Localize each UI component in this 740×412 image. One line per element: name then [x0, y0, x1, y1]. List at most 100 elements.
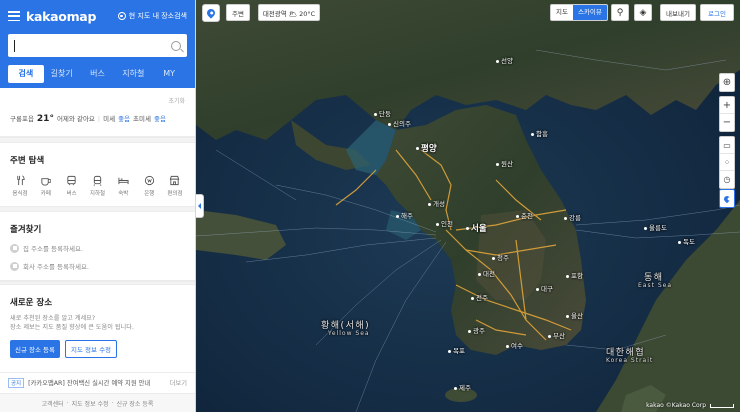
- bus-icon: [67, 175, 76, 186]
- nearby-hotel[interactable]: 숙박: [113, 175, 133, 197]
- nearby-cafe[interactable]: 카페: [36, 175, 56, 197]
- pin-toggle-button[interactable]: ⚲: [611, 4, 629, 21]
- ruler-icon[interactable]: ▭: [720, 137, 734, 154]
- my-location-pin-button[interactable]: [202, 4, 220, 22]
- weather-summary: 구룡포읍 21° 어제와 같아요 | 미세 좋음 초미세 좋음: [10, 114, 166, 124]
- tab-my[interactable]: MY: [151, 65, 187, 83]
- area-icon[interactable]: ⁘: [720, 154, 734, 171]
- place-gangneung[interactable]: 강릉: [564, 212, 581, 222]
- place-mokpo[interactable]: 목포: [448, 345, 465, 355]
- sidebar-header: kakaomap 현 지도 내 장소검색 검색 길찾기 버스 지하철 MY: [0, 0, 195, 88]
- app: kakaomap 현 지도 내 장소검색 검색 길찾기 버스 지하철 MY 초기…: [0, 0, 740, 412]
- tab-bus[interactable]: 버스: [80, 65, 116, 83]
- map-attribution: kakao ©Kakao Corp: [646, 402, 706, 409]
- menu-icon[interactable]: [8, 11, 20, 21]
- main-tabs: 검색 길찾기 버스 지하철 MY: [8, 63, 187, 85]
- place-daejeon[interactable]: 대전: [478, 268, 495, 278]
- current-location-control: [719, 189, 735, 208]
- place-yeosu[interactable]: 여수: [506, 340, 523, 350]
- footer-link-edit[interactable]: 지도 정보 수정: [72, 399, 109, 408]
- area-search-label: 현 지도 내 장소검색: [128, 12, 187, 20]
- place-ulleung[interactable]: 울릉도: [644, 222, 667, 232]
- compass-icon[interactable]: ⊕: [720, 74, 734, 91]
- ultra-dust-value: 좋음: [154, 115, 166, 123]
- search-icon[interactable]: [171, 40, 181, 51]
- nearby-subway[interactable]: 지하철: [87, 175, 107, 197]
- fine-dust-value: 좋음: [118, 115, 131, 123]
- briefcase-icon: [10, 261, 19, 271]
- sidebar: kakaomap 현 지도 내 장소검색 검색 길찾기 버스 지하철 MY 초기…: [0, 0, 196, 412]
- nearby-bank[interactable]: 은행: [139, 175, 159, 197]
- app-logo[interactable]: kakaomap: [26, 9, 96, 24]
- place-yellow-sea-en: Yellow Sea: [328, 330, 370, 337]
- layers-button[interactable]: ◈: [634, 4, 652, 21]
- notice-tag: 공지: [8, 377, 25, 388]
- zoom-out-button[interactable]: −: [720, 114, 734, 131]
- place-shenyang[interactable]: 선양: [496, 55, 513, 65]
- notice-more-link[interactable]: 더보기: [170, 378, 187, 387]
- place-ulsan[interactable]: 울산: [566, 310, 583, 320]
- place-dandong[interactable]: 단둥: [374, 108, 391, 118]
- place-gwangju[interactable]: 광주: [468, 325, 485, 335]
- search-input[interactable]: [19, 34, 171, 57]
- place-cheongju[interactable]: 청주: [492, 252, 509, 262]
- map-view[interactable]: 평양 서울 인천 강릉 울릉도 독도 선양 단둥 신의주 원산 함흥 개성 해주…: [196, 0, 740, 412]
- ultra-dust-label: 초미세: [133, 115, 151, 123]
- map-type-toggle: 지도 스카이뷰: [550, 4, 608, 21]
- nearby-food[interactable]: 음식점: [10, 175, 30, 197]
- edit-map-button[interactable]: 지도 정보 수정: [65, 340, 118, 358]
- place-kaesong[interactable]: 개성: [428, 198, 445, 208]
- place-pyongyang[interactable]: 평양: [416, 142, 437, 154]
- cafe-icon: [41, 178, 52, 186]
- subway-icon: [93, 175, 102, 186]
- place-dokdo[interactable]: 독도: [678, 236, 695, 246]
- weather-location: 구룡포읍: [10, 115, 34, 123]
- map-type-map[interactable]: 지도: [551, 5, 573, 20]
- tab-subway[interactable]: 지하철: [115, 65, 151, 83]
- place-seoul[interactable]: 서울: [466, 222, 487, 234]
- zoom-in-button[interactable]: +: [720, 97, 734, 114]
- search-box: [8, 34, 187, 57]
- place-pohang[interactable]: 포항: [566, 270, 583, 280]
- login-button[interactable]: 로그인: [700, 4, 734, 21]
- weather-temp: 21°: [36, 114, 54, 124]
- map-type-skyview[interactable]: 스카이뷰: [572, 5, 607, 20]
- favorite-home[interactable]: 집 주소를 등록하세요.: [10, 243, 185, 253]
- notice-text[interactable]: [카카오맵AR] 잔여백신 실시간 예약 지원 안내: [28, 378, 150, 387]
- nearby-bus[interactable]: 버스: [62, 175, 82, 197]
- register-place-button[interactable]: 신규 장소 등록: [10, 340, 61, 358]
- area-search-button[interactable]: 현 지도 내 장소검색: [117, 11, 187, 21]
- nearby-button[interactable]: 주변: [226, 4, 250, 21]
- place-chuncheon[interactable]: 춘천: [516, 210, 533, 220]
- place-busan[interactable]: 부산: [548, 330, 565, 340]
- place-haeju[interactable]: 해주: [396, 210, 413, 220]
- place-jeju[interactable]: 제주: [454, 382, 471, 392]
- footer-link-register[interactable]: 신규 장소 등록: [116, 399, 153, 408]
- new-place-desc: 새로 추천된 장소를 알고 계세요? 장소 제보는 지도 품질 향상에 큰 도움…: [10, 315, 134, 331]
- place-east-sea-en: East Sea: [638, 282, 673, 289]
- place-daegu[interactable]: 대구: [536, 283, 553, 293]
- tab-directions[interactable]: 길찾기: [44, 65, 80, 83]
- place-hamhung[interactable]: 함흥: [531, 128, 548, 138]
- nearby-store[interactable]: 편의점: [165, 175, 185, 197]
- weather-widget[interactable]: 대전광역 🌥 20°C: [258, 4, 320, 21]
- favorites-title: 즐겨찾기: [10, 225, 42, 235]
- nearby-title: 주변 탐색: [10, 156, 45, 166]
- place-wonsan[interactable]: 원산: [496, 158, 513, 168]
- current-location-button[interactable]: [720, 190, 734, 207]
- location-icon: ⚲: [616, 7, 624, 18]
- place-sinuiju[interactable]: 신의주: [388, 118, 411, 128]
- place-jeonju[interactable]: 전주: [471, 292, 488, 302]
- collapse-sidebar-button[interactable]: [196, 194, 204, 218]
- notice-bar: 공지 [카카오맵AR] 잔여백신 실시간 예약 지원 안내 더보기: [0, 372, 195, 392]
- tab-search[interactable]: 검색: [8, 65, 44, 83]
- place-incheon[interactable]: 인천: [436, 218, 453, 228]
- favorite-work[interactable]: 회사 주소를 등록하세요.: [10, 261, 185, 271]
- footer-link-support[interactable]: 고객센터: [42, 399, 64, 408]
- nearby-categories: 음식점 카페 버스 지하철 숙박 은행 편의점: [10, 175, 185, 206]
- place-korea-strait-en: Korea Strait: [606, 357, 654, 364]
- reset-button[interactable]: 초기화: [10, 96, 185, 105]
- history-icon[interactable]: ◷: [720, 171, 734, 188]
- share-button[interactable]: 내보내기: [660, 4, 696, 21]
- sidebar-footer: 고객센터 · 지도 정보 수정 · 신규 장소 등록: [0, 393, 195, 412]
